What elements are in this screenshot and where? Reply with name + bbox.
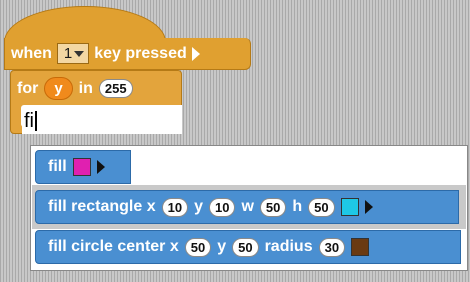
range-end-input[interactable]: 255 (98, 79, 133, 98)
keyboard-search-field[interactable]: fi (22, 108, 182, 134)
radius-input[interactable]: 30 (318, 237, 346, 257)
chevron-down-icon (74, 50, 85, 57)
y-label: y (194, 198, 203, 215)
search-text: fi (24, 110, 34, 132)
key-value: 1 (63, 45, 73, 62)
w-input[interactable]: 50 (259, 197, 287, 217)
x-input[interactable]: 10 (161, 197, 189, 217)
suggestion-fill-circle[interactable]: fill circle center x 50 y 50 radius 30 (35, 230, 461, 264)
expand-arrow-icon[interactable] (191, 46, 200, 61)
suggestion-fill[interactable]: fill (35, 150, 131, 184)
y-label: y (217, 238, 227, 255)
radius-label: radius (264, 238, 313, 255)
when-label: when (11, 44, 52, 62)
fill-rectangle-label: fill rectangle x (48, 198, 156, 215)
color-swatch[interactable] (72, 158, 91, 176)
suggestion-fill-label: fill (48, 158, 67, 175)
for-loop-header: for y in 255 (11, 77, 133, 100)
y-input[interactable]: 10 (208, 197, 236, 217)
expand-arrow-icon[interactable] (364, 200, 373, 214)
fill-circle-label: fill circle center x (48, 238, 179, 255)
x-input[interactable]: 50 (184, 237, 212, 257)
color-swatch[interactable] (340, 198, 359, 216)
w-label: w (241, 198, 254, 215)
y-input[interactable]: 50 (232, 237, 259, 257)
loop-variable[interactable]: y (44, 77, 73, 100)
completion-menu: fill fill rectangle x 10 y 10 w 50 h 50 … (30, 145, 468, 271)
expand-arrow-icon[interactable] (96, 160, 105, 174)
when-key-pressed-block[interactable]: when 1 key pressed (4, 38, 251, 70)
h-label: h (292, 198, 303, 215)
h-input[interactable]: 50 (308, 197, 335, 217)
for-label: for (17, 79, 39, 97)
suggestion-fill-rectangle[interactable]: fill rectangle x 10 y 10 w 50 h 50 (35, 190, 459, 224)
key-dropdown[interactable]: 1 (56, 43, 90, 64)
in-label: in (78, 79, 93, 97)
color-swatch[interactable] (351, 238, 370, 256)
key-pressed-label: key pressed (94, 44, 187, 62)
text-cursor (35, 111, 37, 131)
